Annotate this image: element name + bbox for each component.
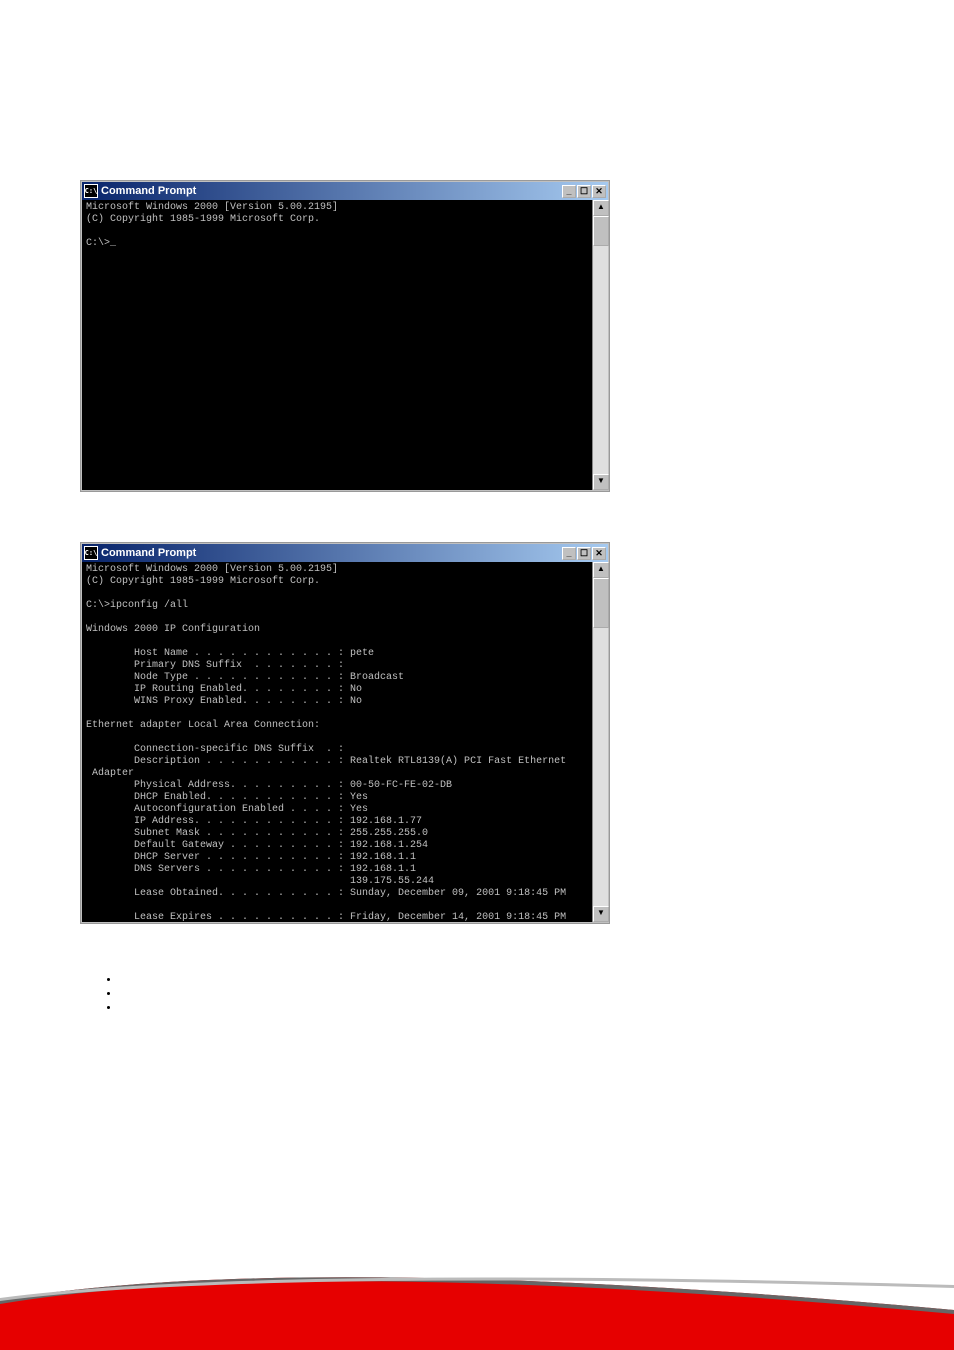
cmd-titlebar-1[interactable]: C:\ Command Prompt _ ☐ ✕: [82, 182, 608, 200]
vertical-scrollbar[interactable]: ▲ ▼: [592, 200, 608, 490]
scroll-thumb[interactable]: [593, 578, 609, 628]
cmd-titlebar-2[interactable]: C:\ Command Prompt _ ☐ ✕: [82, 544, 608, 562]
window-buttons: _ ☐ ✕: [562, 185, 606, 198]
list-item: [120, 1002, 874, 1016]
vertical-scrollbar[interactable]: ▲ ▼: [592, 562, 608, 922]
minimize-button[interactable]: _: [562, 185, 576, 198]
page-content: C:\ Command Prompt _ ☐ ✕ Microsoft Windo…: [0, 0, 954, 1016]
cmd-body-wrap: Microsoft Windows 2000 [Version 5.00.219…: [82, 200, 608, 490]
cmd-body-wrap: Microsoft Windows 2000 [Version 5.00.219…: [82, 562, 608, 922]
scroll-down-button[interactable]: ▼: [593, 474, 609, 490]
scroll-up-button[interactable]: ▲: [593, 562, 609, 578]
close-button[interactable]: ✕: [592, 547, 606, 560]
bullet-list: [120, 974, 874, 1016]
footer-decoration: [0, 1240, 954, 1350]
window-title: Command Prompt: [101, 185, 562, 197]
cmd-app-icon: C:\: [84, 184, 98, 198]
scroll-down-button[interactable]: ▼: [593, 906, 609, 922]
cmd-app-icon: C:\: [84, 546, 98, 560]
minimize-button[interactable]: _: [562, 547, 576, 560]
console-output-1[interactable]: Microsoft Windows 2000 [Version 5.00.219…: [82, 200, 592, 490]
maximize-button[interactable]: ☐: [577, 185, 591, 198]
window-buttons: _ ☐ ✕: [562, 547, 606, 560]
scroll-thumb[interactable]: [593, 216, 609, 246]
window-title: Command Prompt: [101, 547, 562, 559]
scroll-up-button[interactable]: ▲: [593, 200, 609, 216]
maximize-button[interactable]: ☐: [577, 547, 591, 560]
cmd-window-2: C:\ Command Prompt _ ☐ ✕ Microsoft Windo…: [80, 542, 610, 924]
list-item: [120, 974, 874, 988]
cmd-window-1: C:\ Command Prompt _ ☐ ✕ Microsoft Windo…: [80, 180, 610, 492]
console-output-2[interactable]: Microsoft Windows 2000 [Version 5.00.219…: [82, 562, 592, 922]
close-button[interactable]: ✕: [592, 185, 606, 198]
list-item: [120, 988, 874, 1002]
